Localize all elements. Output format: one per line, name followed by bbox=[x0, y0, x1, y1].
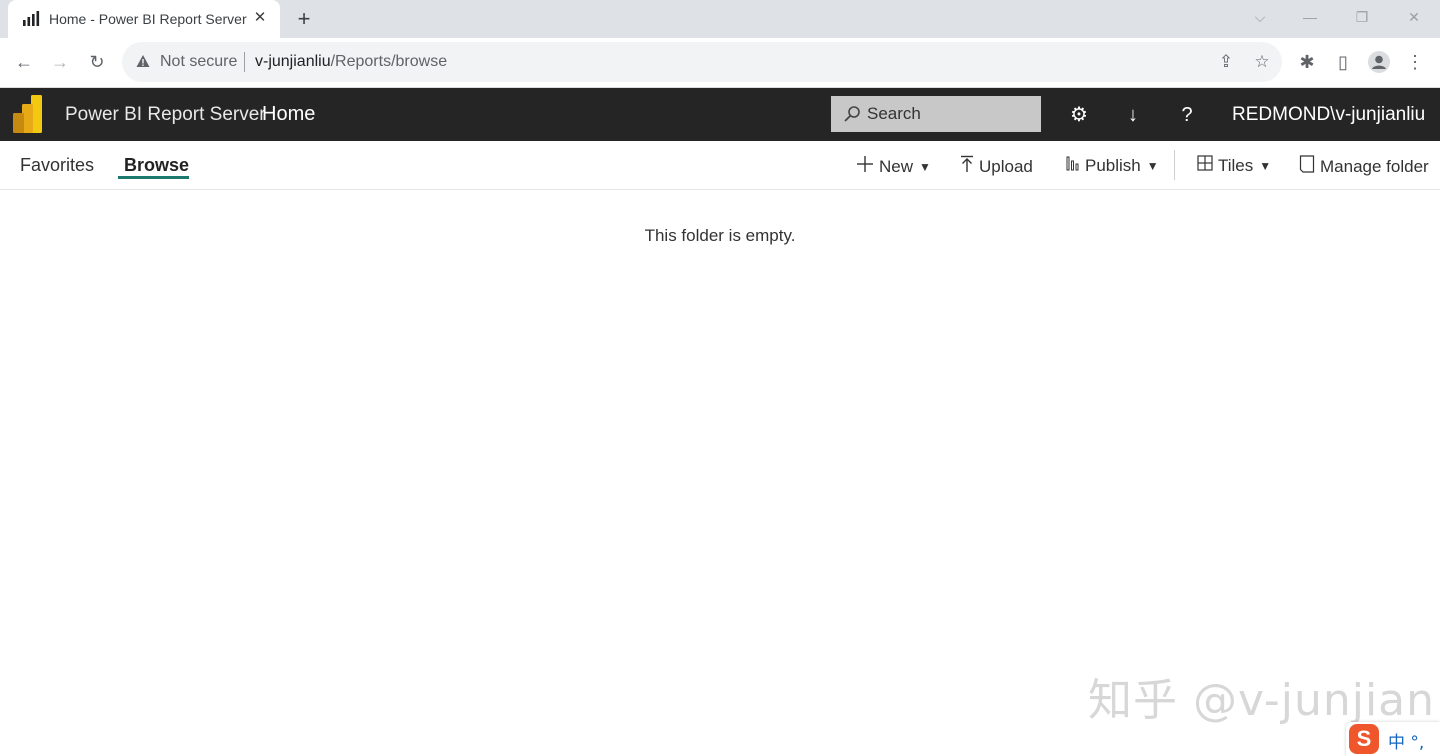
ime-indicator[interactable]: S 中 °, bbox=[1346, 722, 1440, 756]
profile-icon[interactable] bbox=[1367, 50, 1391, 74]
watermark: 知乎 @v-junjian bbox=[1088, 675, 1436, 726]
close-icon[interactable]: ✕ bbox=[252, 10, 268, 26]
browser-tab-strip: Home - Power BI Report Server ✕ + ⌵ — ❐ … bbox=[0, 0, 1440, 38]
plus-icon bbox=[856, 155, 874, 178]
publish-icon bbox=[1066, 155, 1080, 176]
search-box[interactable] bbox=[831, 96, 1041, 132]
bar-chart-favicon bbox=[23, 11, 40, 26]
back-icon[interactable]: ← bbox=[12, 50, 36, 74]
menu-icon[interactable]: ⋮ bbox=[1403, 50, 1427, 74]
chevron-down-icon: ▼ bbox=[1259, 158, 1272, 173]
tab-favorites[interactable]: Favorites bbox=[20, 155, 94, 176]
address-bar[interactable]: Not secure v-junjianliu/Reports/browse ⇪… bbox=[122, 42, 1282, 82]
url-host: v-junjianliu bbox=[255, 53, 331, 70]
warning-icon bbox=[136, 55, 150, 67]
restore-icon[interactable]: ❐ bbox=[1348, 6, 1376, 28]
manage-folder-button[interactable]: Manage folder bbox=[1299, 155, 1429, 178]
command-bar: Favorites Browse New ▼ Upload Publish ▼ … bbox=[0, 141, 1440, 190]
product-name[interactable]: Power BI Report Server bbox=[65, 104, 266, 126]
powerbi-logo[interactable] bbox=[11, 95, 43, 133]
publish-label: Publish bbox=[1085, 155, 1141, 175]
tab-title: Home - Power BI Report Server bbox=[49, 11, 247, 27]
chevron-down-icon: ▼ bbox=[1146, 158, 1159, 173]
publish-button[interactable]: Publish ▼ bbox=[1066, 155, 1159, 176]
chevron-down-icon: ▼ bbox=[919, 159, 931, 174]
search-icon bbox=[844, 106, 860, 122]
puzzle-icon[interactable]: ✱ bbox=[1295, 50, 1319, 74]
tab-browse[interactable]: Browse bbox=[124, 155, 189, 176]
reload-icon[interactable]: ↻ bbox=[85, 50, 109, 74]
view-toggle[interactable]: Tiles ▼ bbox=[1197, 155, 1271, 176]
help-icon[interactable]: ? bbox=[1174, 102, 1200, 128]
plus-icon[interactable]: + bbox=[292, 7, 316, 31]
sidepanel-icon[interactable]: ▯ bbox=[1331, 50, 1355, 74]
divider bbox=[1174, 150, 1175, 180]
url-text[interactable]: v-junjianliu/Reports/browse bbox=[255, 53, 447, 71]
new-label: New bbox=[879, 156, 914, 176]
upload-label: Upload bbox=[979, 156, 1033, 176]
upload-icon bbox=[960, 155, 974, 178]
star-icon[interactable]: ☆ bbox=[1252, 52, 1272, 72]
view-label: Tiles bbox=[1218, 155, 1254, 175]
page-title[interactable]: Home bbox=[262, 103, 315, 126]
share-icon[interactable]: ⇪ bbox=[1216, 52, 1236, 72]
user-menu[interactable]: REDMOND\v-junjianliu bbox=[1232, 104, 1425, 126]
browser-tab[interactable]: Home - Power BI Report Server ✕ bbox=[8, 0, 280, 38]
upload-button[interactable]: Upload bbox=[960, 155, 1033, 178]
gear-icon[interactable]: ⚙ bbox=[1066, 102, 1092, 128]
new-button[interactable]: New ▼ bbox=[856, 155, 931, 178]
minimize-icon[interactable]: — bbox=[1296, 6, 1324, 28]
manage-folder-label: Manage folder bbox=[1320, 156, 1429, 176]
tiles-icon bbox=[1197, 155, 1213, 176]
search-input[interactable] bbox=[867, 103, 1027, 125]
url-path: /Reports/browse bbox=[330, 53, 448, 70]
chevron-down-icon[interactable]: ⌵ bbox=[1246, 6, 1274, 28]
divider bbox=[244, 52, 245, 72]
security-label[interactable]: Not secure bbox=[160, 53, 237, 71]
manage-folder-icon bbox=[1299, 155, 1315, 178]
ime-mode: 中 °, bbox=[1388, 733, 1425, 753]
empty-folder-message: This folder is empty. bbox=[644, 226, 796, 245]
active-tab-indicator bbox=[118, 176, 189, 179]
ime-logo: S bbox=[1349, 724, 1379, 754]
app-header: Power BI Report Server Home ⚙ ↓ ? REDMON… bbox=[0, 88, 1440, 141]
forward-icon[interactable]: → bbox=[48, 50, 72, 74]
profile-avatar bbox=[1368, 51, 1390, 73]
window-close-icon[interactable]: ✕ bbox=[1400, 6, 1428, 28]
download-icon[interactable]: ↓ bbox=[1120, 102, 1146, 128]
browser-toolbar: ← → ↻ Not secure v-junjianliu/Reports/br… bbox=[0, 38, 1440, 88]
